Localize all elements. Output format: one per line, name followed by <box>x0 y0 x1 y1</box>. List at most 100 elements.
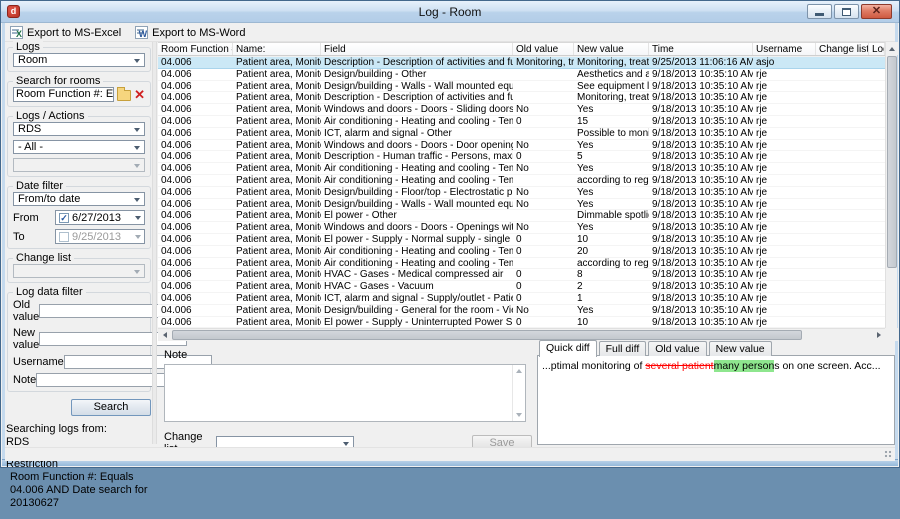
cell-field: Windows and doors - Doors - Openings wit… <box>321 222 513 233</box>
cell-new: Yes <box>574 187 649 198</box>
cell-changelist <box>816 293 869 304</box>
browse-folder-icon[interactable] <box>117 90 131 101</box>
table-row[interactable]: 04.006Patient area, MonitoringAir condit… <box>158 116 885 128</box>
vertical-scrollbar[interactable] <box>885 42 897 341</box>
cell-log <box>869 305 885 316</box>
cell-field: Air conditioning - Heating and cooling -… <box>321 116 513 127</box>
date-mode-select[interactable]: From/to date <box>13 192 145 206</box>
table-row[interactable]: 04.006Patient area, MonitoringDesign/bui… <box>158 69 885 81</box>
cell-rf: 04.006 <box>158 187 233 198</box>
column-header-time[interactable]: Time <box>649 43 753 55</box>
export-word-button[interactable]: W Export to MS-Word <box>135 26 245 39</box>
note-scrollbar[interactable] <box>512 365 525 421</box>
to-date-checkbox[interactable] <box>59 232 69 242</box>
table-row[interactable]: 04.006Patient area, MonitoringAir condit… <box>158 175 885 187</box>
change-list-select[interactable] <box>13 264 145 278</box>
tab-new-value[interactable]: New value <box>709 341 772 356</box>
close-button[interactable]: ✕ <box>861 4 892 19</box>
export-excel-button[interactable]: X Export to MS-Excel <box>10 26 121 39</box>
cell-user: rje <box>753 317 816 328</box>
from-label: From <box>13 212 55 224</box>
table-row[interactable]: 04.006Patient area, MonitoringDescriptio… <box>158 57 885 69</box>
cell-log <box>869 317 885 328</box>
scroll-left-button[interactable] <box>158 329 171 341</box>
horizontal-scrollbar-thumb[interactable] <box>172 330 802 340</box>
window-controls: ✕ <box>807 4 892 19</box>
column-header-name[interactable]: Name: <box>233 43 321 55</box>
cell-user: rje <box>753 293 816 304</box>
cell-name: Patient area, Monitoring <box>233 57 321 68</box>
table-row[interactable]: 04.006Patient area, MonitoringAir condit… <box>158 163 885 175</box>
logs-select[interactable]: Room <box>13 53 145 67</box>
from-date-picker[interactable]: ✓ 6/27/2013 <box>55 210 145 225</box>
note-panel: Note Change list Save <box>158 347 532 446</box>
clear-criteria-icon[interactable]: ✕ <box>134 88 145 101</box>
table-row[interactable]: 04.006Patient area, MonitoringHVAC - Gas… <box>158 281 885 293</box>
cell-time: 9/18/2013 10:35:10 AM <box>649 163 753 174</box>
to-date-picker[interactable]: 9/25/2013 <box>55 229 145 244</box>
table-row[interactable]: 04.006Patient area, MonitoringDesign/bui… <box>158 187 885 199</box>
tab-quick-diff[interactable]: Quick diff <box>539 340 597 357</box>
resize-grip[interactable] <box>884 450 893 459</box>
cell-time: 9/18/2013 10:35:10 AM <box>649 269 753 280</box>
cell-user: rje <box>753 210 816 221</box>
titlebar[interactable]: d Log - Room ✕ <box>1 1 899 23</box>
minimize-button[interactable] <box>807 4 832 19</box>
close-icon: ✕ <box>872 6 881 17</box>
cell-old <box>513 210 574 221</box>
cell-user: rje <box>753 151 816 162</box>
note-textarea[interactable] <box>164 364 526 422</box>
cell-changelist <box>816 258 869 269</box>
column-header-new[interactable]: New value <box>574 43 649 55</box>
cell-name: Patient area, Monitoring <box>233 92 321 103</box>
column-header-rf[interactable]: Room Function #: <box>158 43 233 55</box>
column-header-user[interactable]: Username <box>753 43 816 55</box>
table-row[interactable]: 04.006Patient area, MonitoringEl power -… <box>158 317 885 328</box>
column-header-field[interactable]: Field <box>321 43 513 55</box>
log-type-select[interactable]: RDS <box>13 122 145 136</box>
log-data-filter-group: Log data filter Old valueNew valueUserna… <box>7 292 151 392</box>
action-select[interactable]: - All - <box>13 140 145 154</box>
column-header-changelist[interactable]: Change list <box>816 43 869 55</box>
table-row[interactable]: 04.006Patient area, MonitoringDesign/bui… <box>158 199 885 211</box>
column-header-old[interactable]: Old value <box>513 43 574 55</box>
cell-user: rje <box>753 140 816 151</box>
table-row[interactable]: 04.006Patient area, MonitoringAir condit… <box>158 258 885 270</box>
scroll-up-button[interactable] <box>886 42 898 55</box>
table-row[interactable]: 04.006Patient area, MonitoringDesign/bui… <box>158 305 885 317</box>
vertical-scrollbar-thumb[interactable] <box>887 56 897 268</box>
table-row[interactable]: 04.006Patient area, MonitoringAir condit… <box>158 246 885 258</box>
sub-action-select[interactable] <box>13 158 145 172</box>
table-row[interactable]: 04.006Patient area, MonitoringICT, alarm… <box>158 128 885 140</box>
tab-full-diff[interactable]: Full diff <box>599 341 647 356</box>
table-row[interactable]: 04.006Patient area, MonitoringDescriptio… <box>158 151 885 163</box>
table-row[interactable]: 04.006Patient area, MonitoringDescriptio… <box>158 92 885 104</box>
cell-field: Design/building - Other <box>321 69 513 80</box>
column-header-log[interactable]: Log <box>869 43 885 55</box>
room-search-criteria-field[interactable]: Room Function #: Equals 04.0 <box>13 87 114 102</box>
cell-new: according to regul... <box>574 175 649 186</box>
table-row[interactable]: 04.006Patient area, MonitoringEl power -… <box>158 234 885 246</box>
cell-old <box>513 175 574 186</box>
tab-old-value[interactable]: Old value <box>648 341 706 356</box>
table-row[interactable]: 04.006Patient area, MonitoringWindows an… <box>158 140 885 152</box>
table-row[interactable]: 04.006Patient area, MonitoringWindows an… <box>158 222 885 234</box>
maximize-button[interactable] <box>834 4 859 19</box>
table-row[interactable]: 04.006Patient area, MonitoringEl power -… <box>158 210 885 222</box>
action-value: - All - <box>18 141 43 153</box>
cell-new: Yes <box>574 163 649 174</box>
table-row[interactable]: 04.006Patient area, MonitoringHVAC - Gas… <box>158 269 885 281</box>
cell-field: Windows and doors - Doors - Door opening… <box>321 140 513 151</box>
cell-time: 9/18/2013 10:35:10 AM <box>649 258 753 269</box>
table-row[interactable]: 04.006Patient area, MonitoringICT, alarm… <box>158 293 885 305</box>
search-button[interactable]: Search <box>71 399 151 416</box>
table-row[interactable]: 04.006Patient area, MonitoringWindows an… <box>158 104 885 116</box>
cell-old: No <box>513 199 574 210</box>
status-line: Room Function #: Equals 04.006 AND Date … <box>6 471 152 510</box>
statusbar <box>5 447 895 461</box>
table-row[interactable]: 04.006Patient area, MonitoringDesign/bui… <box>158 81 885 93</box>
log-data-filter-fields: Old valueNew valueUsernameNote <box>13 299 145 387</box>
cell-time: 9/18/2013 10:35:10 AM <box>649 104 753 115</box>
from-date-checkbox[interactable]: ✓ <box>59 213 69 223</box>
vertical-splitter[interactable] <box>152 42 157 444</box>
